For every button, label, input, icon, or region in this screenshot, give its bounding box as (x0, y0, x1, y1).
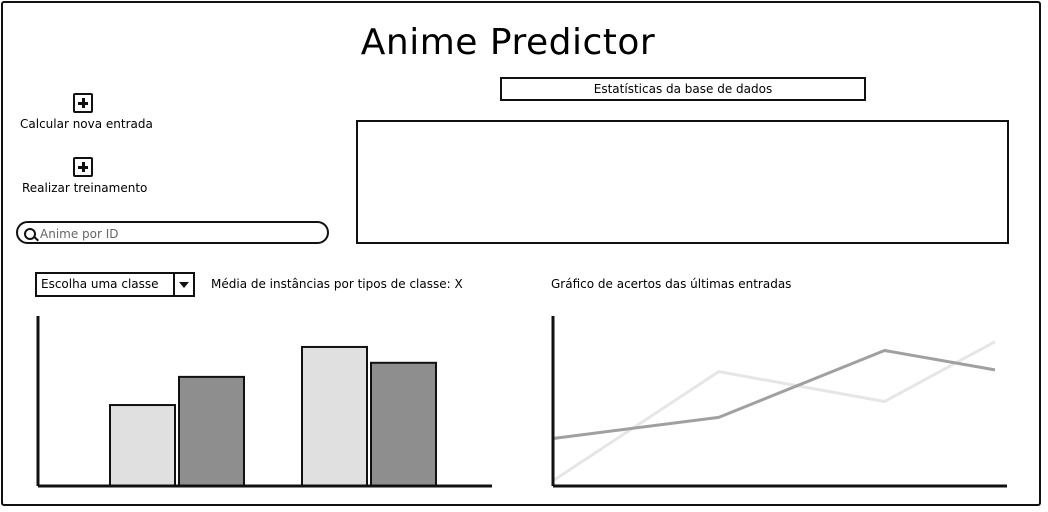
train-model-button[interactable] (73, 157, 93, 177)
bar-chart (36, 316, 492, 488)
database-stats-button[interactable]: Estatísticas da base de dados (500, 77, 866, 101)
new-entry-label[interactable]: Calcular nova entrada (20, 117, 153, 131)
series-line (552, 340, 996, 482)
anime-search-field[interactable] (16, 221, 329, 244)
anime-id-input[interactable] (38, 224, 322, 243)
line-chart (551, 316, 1007, 488)
stats-panel (356, 120, 1009, 244)
class-select[interactable]: Escolha uma classe (35, 272, 195, 297)
train-label[interactable]: Realizar treinamento (22, 181, 147, 195)
chevron-down-icon[interactable] (173, 274, 193, 295)
bar (109, 404, 176, 487)
bar (301, 345, 368, 487)
search-icon (24, 228, 36, 240)
series-line (552, 348, 996, 440)
bar (370, 361, 437, 487)
page-title: Anime Predictor (360, 22, 656, 63)
add-new-entry-button[interactable] (73, 93, 93, 113)
line-chart-caption: Gráfico de acertos das últimas entradas (551, 277, 792, 291)
class-select-value: Escolha uma classe (41, 277, 159, 291)
bar (178, 375, 245, 487)
bar-chart-caption: Média de instâncias por tipos de classe:… (211, 277, 463, 291)
